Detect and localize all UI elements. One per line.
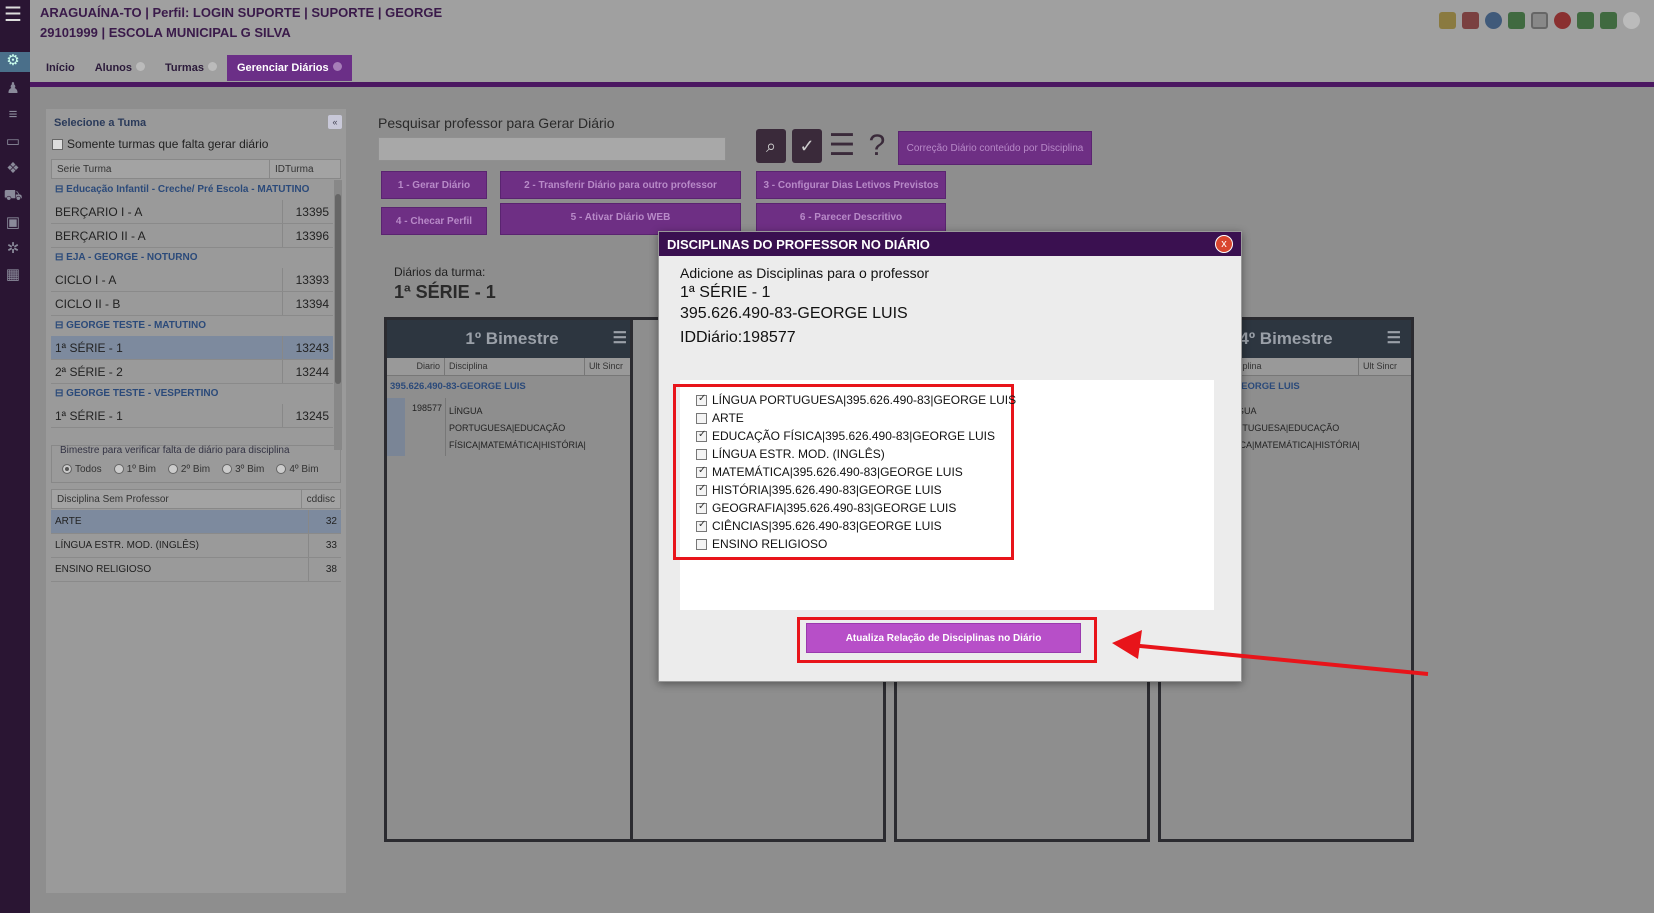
annotation-arrow bbox=[1112, 630, 1429, 676]
arrowhead bbox=[1112, 630, 1142, 659]
arrow-line bbox=[1129, 643, 1429, 676]
